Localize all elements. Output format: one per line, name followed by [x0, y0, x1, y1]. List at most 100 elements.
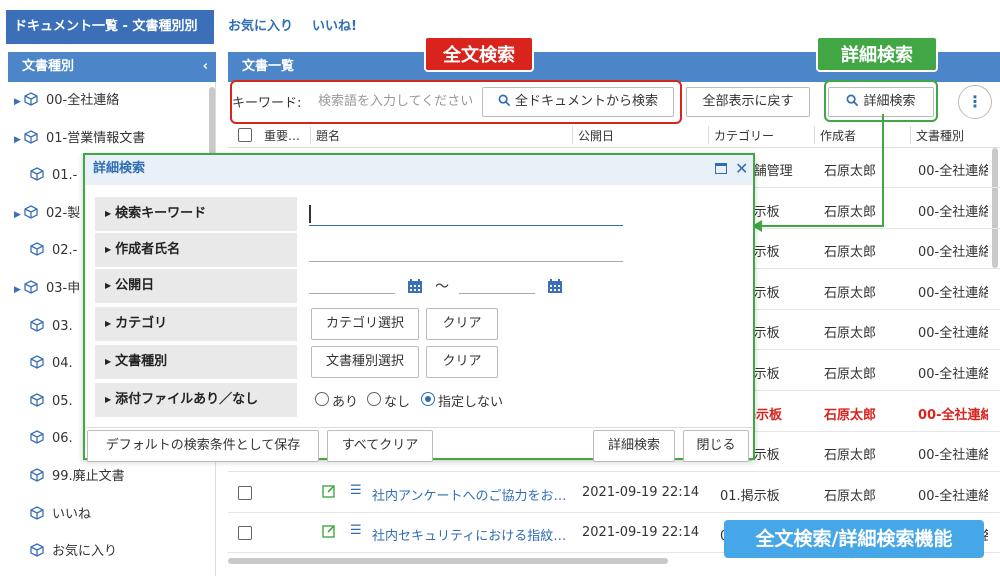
save-default-button[interactable]: デフォルトの検索条件として保存: [87, 430, 319, 462]
sidebar-item[interactable]: 99.廃止文書: [30, 459, 125, 495]
folder-cube-icon: [30, 505, 52, 522]
folder-cube-icon: [30, 242, 52, 258]
folder-cube-icon: [24, 280, 46, 296]
sidebar-item[interactable]: 04.: [30, 346, 73, 382]
sidebar-item-label: 01-営業情報文書: [46, 130, 146, 146]
author-cell: 石原太郎: [824, 204, 877, 220]
doctype-cell: 00-全社連絡: [918, 164, 988, 179]
column-header[interactable]: 作成者: [820, 127, 856, 144]
sidebar-item[interactable]: ▶ 02-製: [14, 196, 80, 232]
folder-cube-icon: [30, 468, 52, 484]
sidebar-item[interactable]: お気に入り: [30, 534, 117, 570]
keyword-field[interactable]: [309, 225, 623, 226]
folder-cube-icon: [24, 92, 46, 108]
table-header: 重要… 題名 公開日 カテゴリー 作成者 文書種別: [228, 122, 1000, 148]
document-title[interactable]: 社内セキュリティにおける指紋…: [372, 525, 572, 544]
dialog-title-bar: 詳細検索 ✕: [85, 155, 753, 185]
sidebar-item[interactable]: ▶ 01-営業情報文書: [14, 121, 145, 157]
category-cell: 01.掲示板: [720, 488, 780, 504]
horizontal-scrollbar[interactable]: [228, 558, 668, 564]
folder-cube-icon: [30, 317, 52, 334]
doctype-clear-button[interactable]: クリア: [426, 346, 498, 378]
folder-cube-icon: [30, 393, 52, 409]
dialog-footer: デフォルトの検索条件として保存 すべてクリア 詳細検索 閉じる: [85, 427, 753, 462]
sidebar-item[interactable]: いいね: [30, 497, 91, 533]
category-clear-button[interactable]: クリア: [426, 308, 498, 340]
column-header[interactable]: 文書種別: [916, 127, 964, 144]
radio-attachment-yes[interactable]: [315, 392, 329, 406]
sidebar-item-label: 02.-: [52, 243, 78, 259]
column-header[interactable]: 公開日: [578, 127, 614, 144]
document-title[interactable]: 社内アンケートへのご協力をお…: [372, 485, 572, 504]
column-header[interactable]: 重要…: [264, 127, 300, 144]
folder-cube-icon: [30, 355, 52, 371]
expand-arrow-icon[interactable]: ▶: [14, 197, 24, 233]
edit-icon[interactable]: [322, 524, 336, 542]
sidebar-item-label: 01.-: [52, 168, 78, 184]
sidebar-item-label: 02-製: [46, 205, 81, 221]
row-checkbox[interactable]: [238, 526, 252, 541]
tab-favorites[interactable]: お気に入り: [220, 10, 301, 44]
detail-search-dialog: 詳細検索 ✕ ▶ 検索キーワード ▶ 作成者氏名 ▶ 公開日 ～ ▶ カテゴリ カテゴリ…: [83, 153, 755, 462]
table-row[interactable]: ☰ 社内アンケートへのご協力をお… 2021-09-19 22:14 01.掲示板 石原…: [228, 473, 1000, 513]
tab-likes[interactable]: いいね!: [304, 10, 365, 44]
publish-date: 2021-09-19 22:14: [582, 525, 700, 541]
doctype-cell: 00-全社連絡: [918, 245, 988, 261]
category-select-button[interactable]: カテゴリ選択: [311, 308, 419, 340]
row-checkbox[interactable]: [238, 485, 252, 500]
expand-arrow-icon[interactable]: ▶: [14, 272, 24, 308]
date-to-field[interactable]: [459, 293, 535, 294]
doctype-cell: 00-全社連絡: [918, 367, 988, 382]
sidebar-item[interactable]: ▶ 03-申: [14, 271, 80, 307]
dialog-search-button[interactable]: 詳細検索: [593, 430, 675, 462]
column-header[interactable]: 題名: [316, 127, 340, 144]
expand-arrow-icon[interactable]: ▶: [14, 122, 24, 158]
list-icon[interactable]: ☰: [350, 483, 362, 498]
author-field[interactable]: [309, 261, 623, 262]
radio-attachment-unspecified[interactable]: [421, 392, 435, 406]
close-icon[interactable]: ✕: [735, 155, 748, 183]
folder-cube-icon: [30, 430, 52, 446]
author-cell: 石原太郎: [824, 326, 877, 342]
clear-all-button[interactable]: すべてクリア: [327, 430, 433, 462]
folder-cube-icon: [30, 543, 52, 559]
field-label-keyword: ▶ 検索キーワード: [95, 197, 297, 231]
column-header[interactable]: カテゴリー: [714, 127, 774, 144]
more-options-icon[interactable]: ⋮: [958, 85, 992, 119]
fulltext-highlight-frame: [230, 80, 682, 124]
sidebar-item[interactable]: 03.: [30, 309, 73, 345]
dialog-title: 詳細検索: [93, 161, 146, 176]
calendar-icon[interactable]: [407, 279, 423, 294]
sidebar-item[interactable]: ▶ 00-全社連絡: [14, 83, 119, 119]
doctype-select-button[interactable]: 文書種別選択: [311, 346, 419, 378]
date-range-separator: ～: [435, 279, 449, 295]
date-from-field[interactable]: [309, 293, 395, 294]
search-toolbar: キーワード: 検索語を入力してください 全ドキュメントから検索 全部表示に戻す …: [228, 80, 1000, 124]
show-all-button[interactable]: 全部表示に戻す: [686, 87, 810, 117]
sidebar-item[interactable]: 05.: [30, 384, 73, 420]
sidebar-item[interactable]: 02.-: [30, 233, 77, 269]
calendar-icon[interactable]: [547, 279, 563, 294]
callout-feature-title: 全文検索/詳細検索機能: [724, 520, 984, 558]
detail-search-highlight-frame: [824, 80, 938, 122]
field-label-doctype: ▶ 文書種別: [95, 345, 297, 379]
connector-line: [882, 114, 884, 226]
field-label-author: ▶ 作成者氏名: [95, 233, 297, 267]
sidebar-item[interactable]: 06.: [30, 421, 73, 457]
doctype-cell: 00-全社連絡: [918, 285, 988, 301]
list-icon[interactable]: ☰: [350, 523, 362, 538]
doctype-cell: 00-全社連絡: [918, 488, 988, 504]
sidebar-item-label: いいね: [52, 506, 92, 522]
doctype-cell: 00-全社連絡: [918, 326, 988, 342]
collapse-chevron-icon[interactable]: ‹: [203, 52, 208, 82]
maximize-icon[interactable]: [715, 163, 727, 174]
author-cell: 石原太郎: [824, 367, 877, 382]
edit-icon[interactable]: [322, 484, 336, 502]
select-all-checkbox[interactable]: [238, 128, 252, 142]
radio-attachment-no[interactable]: [367, 392, 381, 406]
expand-arrow-icon[interactable]: ▶: [14, 84, 24, 120]
author-cell: 石原太郎: [824, 448, 877, 464]
dialog-close-button[interactable]: 閉じる: [683, 430, 749, 462]
sidebar-item[interactable]: 01.-: [30, 158, 77, 194]
tab-document-list[interactable]: ドキュメント一覧 - 文書種別別: [6, 10, 214, 44]
